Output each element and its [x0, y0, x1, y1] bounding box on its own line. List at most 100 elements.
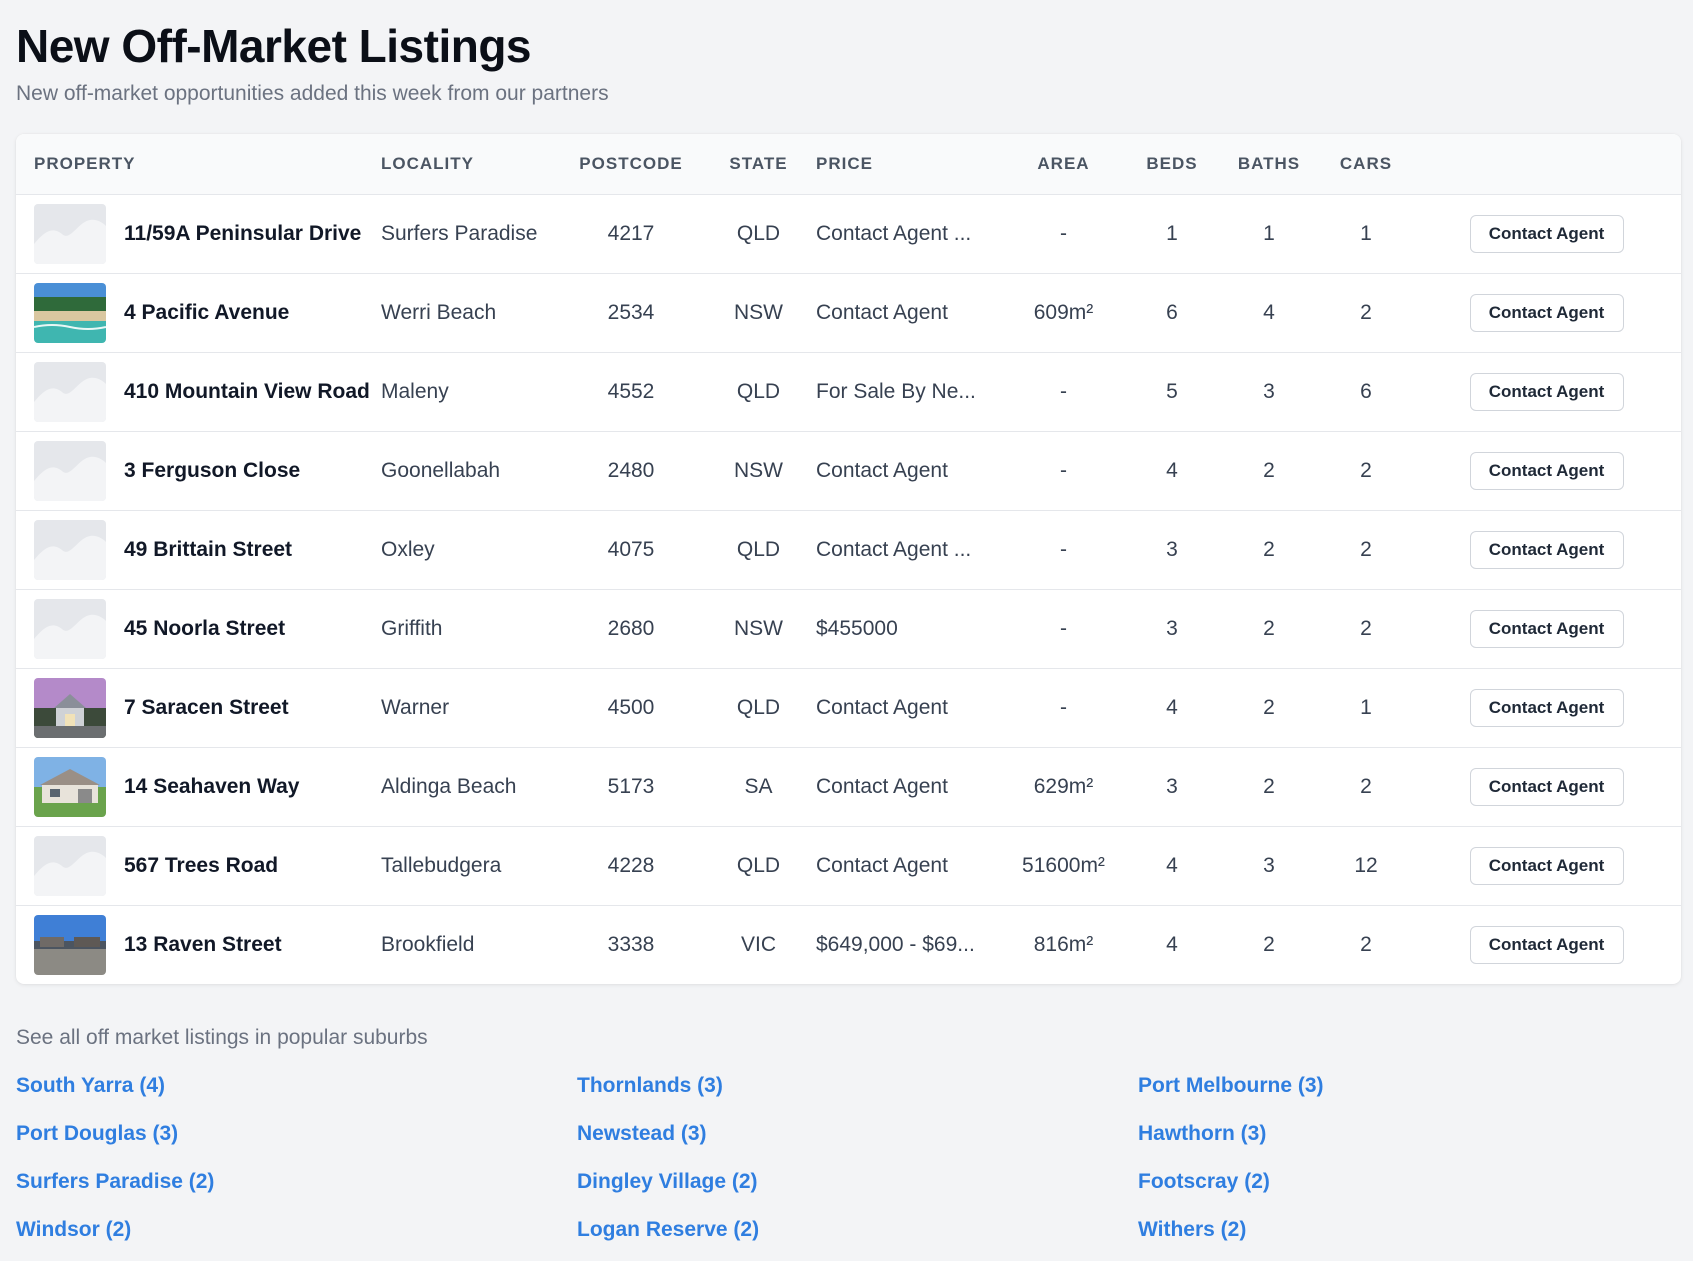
postcode-cell: 4217 — [607, 221, 655, 245]
property-cell: 11/59A Peninsular Drive — [16, 194, 381, 273]
property-address[interactable]: 7 Saracen Street — [124, 696, 289, 720]
contact-agent-button[interactable]: Contact Agent — [1469, 214, 1624, 253]
price-cell: Contact Agent ... — [816, 537, 972, 561]
suburb-link[interactable]: Logan Reserve (2) — [577, 1216, 1138, 1244]
cars-cell: 12 — [1354, 853, 1378, 877]
table-row: 410 Mountain View Road Maleny 4552 QLD For S… — [16, 352, 1681, 431]
locality-cell: Tallebudgera — [381, 853, 502, 877]
locality-cell: Werri Beach — [381, 300, 497, 324]
suburb-link[interactable]: Surfers Paradise (2) — [16, 1168, 577, 1196]
area-cell: 51600m² — [1022, 853, 1105, 877]
baths-cell: 2 — [1263, 774, 1275, 798]
state-cell: NSW — [734, 616, 783, 640]
price-cell: Contact Agent — [816, 458, 948, 482]
cars-cell: 2 — [1360, 300, 1372, 324]
state-cell: NSW — [734, 458, 783, 482]
col-property: PROPERTY — [34, 153, 136, 173]
postcode-cell: 2534 — [607, 300, 655, 324]
beds-cell: 4 — [1166, 695, 1178, 719]
property-thumbnail-image[interactable] — [34, 835, 106, 896]
property-thumbnail-image[interactable] — [34, 440, 106, 501]
contact-agent-button[interactable]: Contact Agent — [1469, 767, 1624, 806]
state-cell: QLD — [736, 695, 781, 719]
property-address[interactable]: 567 Trees Road — [124, 854, 278, 878]
suburb-link[interactable]: Port Douglas (3) — [16, 1120, 577, 1148]
property-address[interactable]: 410 Mountain View Road — [124, 380, 370, 404]
property-cell: 7 Saracen Street — [16, 668, 381, 747]
action-cell: Contact Agent — [1412, 905, 1681, 984]
suburb-link[interactable]: Thornlands (3) — [577, 1072, 1138, 1100]
property-thumbnail-image[interactable] — [34, 203, 106, 264]
contact-agent-button[interactable]: Contact Agent — [1469, 451, 1624, 490]
locality-cell: Oxley — [381, 537, 435, 561]
baths-cell: 3 — [1263, 853, 1275, 877]
contact-agent-button[interactable]: Contact Agent — [1469, 925, 1624, 964]
table-row: 4 Pacific Avenue Werri Beach 2534 NSW Contac… — [16, 273, 1681, 352]
suburb-link[interactable]: Newstead (3) — [577, 1120, 1138, 1148]
area-cell: - — [1060, 221, 1067, 245]
property-thumbnail-image[interactable] — [34, 282, 106, 343]
cars-cell: 1 — [1360, 221, 1372, 245]
suburb-link[interactable]: Port Melbourne (3) — [1138, 1072, 1681, 1100]
postcode-cell: 4552 — [607, 379, 655, 403]
property-cell: 49 Brittain Street — [16, 510, 381, 589]
suburb-link[interactable]: South Yarra (4) — [16, 1072, 577, 1100]
cars-cell: 6 — [1360, 379, 1372, 403]
price-cell: Contact Agent — [816, 300, 948, 324]
postcode-cell: 5173 — [607, 774, 655, 798]
table-row: 49 Brittain Street Oxley 4075 QLD Contact Ag… — [16, 510, 1681, 589]
contact-agent-button[interactable]: Contact Agent — [1469, 609, 1624, 648]
suburb-link[interactable]: Footscray (2) — [1138, 1168, 1681, 1196]
property-address[interactable]: 4 Pacific Avenue — [124, 301, 289, 325]
state-cell: QLD — [736, 537, 781, 561]
postcode-cell: 3338 — [607, 932, 655, 956]
table-row: 14 Seahaven Way Aldinga Beach 5173 SA Contac… — [16, 747, 1681, 826]
state-cell: QLD — [736, 853, 781, 877]
page-subtitle: New off-market opportunities added this … — [16, 82, 609, 105]
area-cell: 629m² — [1033, 774, 1094, 798]
col-action — [1412, 134, 1681, 194]
contact-agent-button[interactable]: Contact Agent — [1469, 530, 1624, 569]
property-address[interactable]: 13 Raven Street — [124, 933, 282, 957]
contact-agent-button[interactable]: Contact Agent — [1469, 372, 1624, 411]
suburb-link[interactable]: Withers (2) — [1138, 1216, 1681, 1244]
col-area: AREA — [1037, 153, 1090, 173]
property-address[interactable]: 3 Ferguson Close — [124, 459, 300, 483]
col-price: PRICE — [816, 153, 873, 173]
beds-cell: 4 — [1166, 853, 1178, 877]
area-cell: - — [1060, 458, 1067, 482]
contact-agent-button[interactable]: Contact Agent — [1469, 688, 1624, 727]
col-postcode: POSTCODE — [579, 153, 683, 173]
price-cell: For Sale By Ne... — [816, 379, 976, 403]
property-address[interactable]: 14 Seahaven Way — [124, 775, 300, 799]
property-address[interactable]: 11/59A Peninsular Drive — [124, 222, 361, 246]
contact-agent-button[interactable]: Contact Agent — [1469, 846, 1624, 885]
property-thumbnail-image[interactable] — [34, 677, 106, 738]
area-cell: - — [1060, 616, 1067, 640]
postcode-cell: 4075 — [607, 537, 655, 561]
price-cell: Contact Agent — [816, 774, 948, 798]
listings-card: PROPERTY LOCALITY POSTCODE STATE PRICE A… — [16, 134, 1681, 984]
property-address[interactable]: 45 Noorla Street — [124, 617, 285, 641]
property-cell: 45 Noorla Street — [16, 589, 381, 668]
property-thumbnail-image[interactable] — [34, 756, 106, 817]
suburb-link[interactable]: Dingley Village (2) — [577, 1168, 1138, 1196]
state-cell: QLD — [736, 379, 781, 403]
col-state: STATE — [729, 153, 788, 173]
property-thumbnail-image[interactable] — [34, 519, 106, 580]
price-cell: Contact Agent ... — [816, 221, 972, 245]
property-thumbnail-image[interactable] — [34, 361, 106, 422]
suburb-link[interactable]: Windsor (2) — [16, 1216, 577, 1244]
property-cell: 410 Mountain View Road — [16, 352, 381, 431]
table-row: 3 Ferguson Close Goonellabah 2480 NSW Contac… — [16, 431, 1681, 510]
price-cell: Contact Agent — [816, 695, 948, 719]
contact-agent-button[interactable]: Contact Agent — [1469, 293, 1624, 332]
property-thumbnail-image[interactable] — [34, 914, 106, 975]
action-cell: Contact Agent — [1412, 747, 1681, 826]
beds-cell: 1 — [1166, 221, 1178, 245]
suburb-link[interactable]: Hawthorn (3) — [1138, 1120, 1681, 1148]
property-address[interactable]: 49 Brittain Street — [124, 538, 292, 562]
action-cell: Contact Agent — [1412, 431, 1681, 510]
property-thumbnail-image[interactable] — [34, 598, 106, 659]
property-cell: 13 Raven Street — [16, 905, 381, 984]
